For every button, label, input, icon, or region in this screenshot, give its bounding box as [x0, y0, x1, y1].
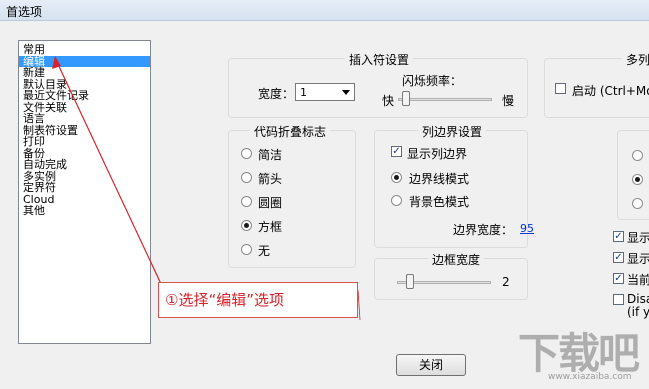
caret-group-title: 插入符设置 [345, 51, 414, 68]
right-radio[interactable] [632, 150, 643, 161]
blink-slider-thumb[interactable] [402, 91, 411, 106]
fold-option-label: 无 [258, 244, 271, 258]
sidebar-item[interactable]: 语言 [19, 113, 150, 125]
annotation-label: ①选择“编辑”选项 [158, 282, 358, 318]
width-label: 宽度： [258, 87, 295, 101]
right-checkbox-label: 当前 [627, 273, 649, 287]
border-group-title: 边框宽度 [428, 251, 485, 268]
multi-column-label: 启动 (Ctrl+Mou [572, 84, 649, 98]
right-radio[interactable] [632, 198, 643, 209]
sidebar-item[interactable]: 打印 [19, 136, 150, 148]
right-checkbox-label: Disa [627, 292, 649, 306]
column-mode-radio[interactable] [391, 195, 402, 206]
fold-option-label: 箭头 [258, 172, 283, 186]
right-checkbox[interactable]: ✓ [613, 273, 624, 284]
border-slider-thumb[interactable] [405, 274, 414, 289]
fold-option-radio[interactable] [241, 148, 252, 159]
slow-label: 慢 [502, 94, 515, 108]
right-checkbox[interactable]: ✓ [613, 231, 624, 242]
sidebar-item[interactable]: 常用 [19, 44, 150, 56]
right-checkbox[interactable] [613, 294, 624, 305]
sidebar-item[interactable]: 新建 [19, 67, 150, 79]
fold-option-label: 方框 [258, 220, 283, 234]
column-mode-label: 边界线模式 [409, 172, 470, 186]
fold-option-radio[interactable] [241, 244, 252, 255]
category-list[interactable]: 常用 编辑 新建 默认目录 最近文件记录 文件关联 语言 制表符设置 打印 备份 自动完成 多实例 定界… [18, 40, 151, 344]
column-width-link[interactable]: 95 [520, 222, 534, 235]
fast-label: 快 [382, 94, 395, 108]
border-value: 2 [502, 275, 510, 289]
multi-column-title: 多列 [622, 51, 649, 68]
close-button[interactable]: 关闭 [396, 354, 466, 376]
sidebar-item[interactable]: 定界符 [19, 182, 150, 194]
sidebar-item[interactable]: 其他 [19, 205, 150, 217]
multi-column-checkbox[interactable] [555, 83, 566, 94]
window-title: 首选项 [6, 5, 43, 19]
blink-slider-track[interactable] [398, 98, 492, 101]
show-column-checkbox[interactable]: ✓ [391, 146, 402, 157]
fold-group-title: 代码折叠标志 [250, 123, 331, 140]
column-width-label: 边界宽度： [453, 223, 514, 237]
width-select-value: 1 [300, 86, 307, 99]
blink-label: 闪烁频率： [402, 74, 463, 88]
column-mode-label: 背景色模式 [409, 195, 470, 209]
right-checkbox-label: 显示 [627, 252, 649, 266]
fold-option-radio[interactable] [241, 172, 252, 183]
fold-option-radio[interactable] [241, 220, 252, 231]
right-radio[interactable] [632, 174, 643, 185]
title-bar: 首选项 [0, 0, 649, 21]
column-group-title: 列边界设置 [418, 123, 487, 140]
show-column-label: 显示列边界 [407, 147, 468, 161]
width-select[interactable]: 1 [295, 83, 355, 101]
fold-option-radio[interactable] [241, 196, 252, 207]
right-checkbox[interactable]: ✓ [613, 252, 624, 263]
fold-option-label: 圆圈 [258, 196, 283, 210]
sidebar-item[interactable]: 自动完成 [19, 159, 150, 171]
sidebar-item[interactable]: 最近文件记录 [19, 90, 150, 102]
column-mode-radio[interactable] [391, 172, 402, 183]
right-checkbox-label: 显示 [627, 231, 649, 245]
chevron-down-icon [342, 90, 350, 95]
fold-option-label: 简洁 [258, 148, 283, 162]
right-checkbox-sublabel: (if yo [627, 305, 649, 319]
watermark-url: www.xiazaiba.com [548, 372, 632, 382]
